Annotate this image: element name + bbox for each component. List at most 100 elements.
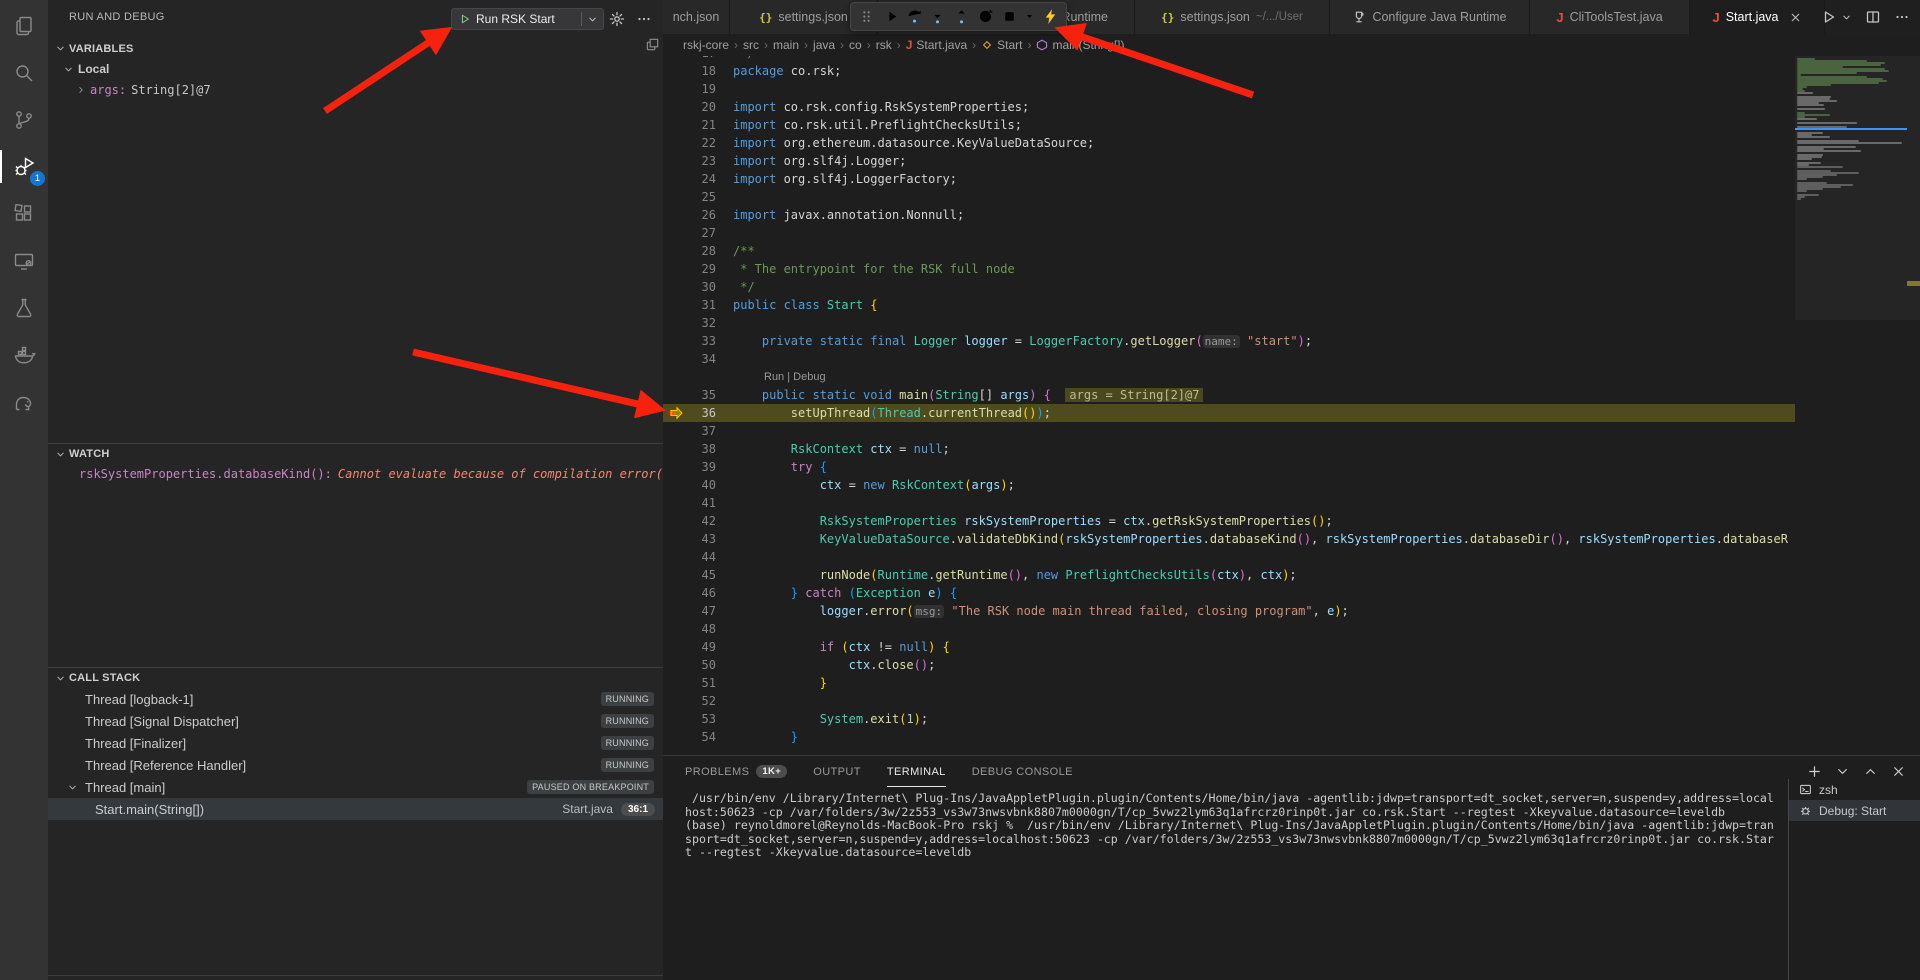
split-editor-icon[interactable] xyxy=(645,37,660,52)
stack-thread[interactable]: Thread [logback-1]RUNNING xyxy=(48,688,663,710)
close-icon[interactable] xyxy=(1891,764,1906,779)
gutter[interactable]: 34 xyxy=(663,350,733,368)
minimap[interactable] xyxy=(1795,56,1920,755)
breadcrumb-item-java[interactable]: java xyxy=(813,38,835,52)
variables-section-header[interactable]: VARIABLES xyxy=(48,38,663,59)
watch-expression-row[interactable]: rskSystemProperties.databaseKind(): Cann… xyxy=(79,464,663,484)
plus-icon[interactable] xyxy=(1807,764,1822,779)
gutter[interactable]: 47 xyxy=(663,602,733,620)
gutter[interactable]: 49 xyxy=(663,638,733,656)
run-file-icon[interactable] xyxy=(1821,9,1837,25)
paused-breakpoint-icon[interactable] xyxy=(667,405,683,421)
stop-icon[interactable] xyxy=(1001,8,1018,25)
lightning-icon[interactable] xyxy=(1042,8,1059,25)
chevron-right-icon[interactable] xyxy=(76,85,86,95)
restart-icon[interactable] xyxy=(977,8,994,25)
stack-thread[interactable]: Thread [Reference Handler]RUNNING xyxy=(48,754,663,776)
breakpoints-section-header[interactable]: BREAKPOINTS xyxy=(48,975,663,980)
watch-section-header[interactable]: WATCH xyxy=(48,443,663,464)
activity-source-control[interactable] xyxy=(0,96,48,143)
gutter[interactable]: 20 xyxy=(663,98,733,116)
gutter[interactable]: 19 xyxy=(663,80,733,98)
activity-testing[interactable] xyxy=(0,284,48,331)
gutter[interactable]: 24 xyxy=(663,170,733,188)
stack-thread[interactable]: Thread [Signal Dispatcher]RUNNING xyxy=(48,710,663,732)
stack-thread[interactable]: Thread [Finalizer]RUNNING xyxy=(48,732,663,754)
gutter[interactable]: 51 xyxy=(663,674,733,692)
chevron-up-icon[interactable] xyxy=(1863,764,1878,779)
breadcrumb-item-rsk[interactable]: rsk xyxy=(876,38,892,52)
gutter[interactable]: 31 xyxy=(663,296,733,314)
variable-args[interactable]: args: String[2]@7 xyxy=(76,80,211,100)
gutter[interactable]: 29 xyxy=(663,260,733,278)
terminal-item-zsh[interactable]: zsh xyxy=(1789,779,1920,800)
step-out-icon[interactable] xyxy=(953,8,970,25)
tab-configure-java-runtime[interactable]: Configure Java Runtime xyxy=(1330,0,1530,34)
gutter[interactable]: 48 xyxy=(663,620,733,638)
gutter[interactable]: 46 xyxy=(663,584,733,602)
breadcrumb-item-start-java[interactable]: JStart.java xyxy=(906,38,967,52)
breadcrumb-item-main[interactable]: main xyxy=(773,38,799,52)
chevron-down-small-icon[interactable] xyxy=(1024,11,1035,22)
gutter[interactable]: 40 xyxy=(663,476,733,494)
terminal-item-debug-start[interactable]: Debug: Start xyxy=(1789,800,1920,821)
breadcrumb-item-co[interactable]: co xyxy=(849,38,862,52)
gutter[interactable]: 43 xyxy=(663,530,733,548)
tab-clitoolstest-java[interactable]: JCliToolsTest.java xyxy=(1530,0,1690,34)
stack-frame[interactable]: Start.main(String[])Start.java36:1 xyxy=(48,798,663,820)
activity-docker[interactable] xyxy=(0,331,48,378)
gutter[interactable]: 44 xyxy=(663,548,733,566)
gutter[interactable]: 38 xyxy=(663,440,733,458)
variables-scope-local[interactable]: Local xyxy=(63,59,109,79)
breadcrumb-item-start[interactable]: Start xyxy=(981,38,1022,52)
activity-gradle[interactable] xyxy=(0,378,48,425)
panel-tab-output[interactable]: OUTPUT xyxy=(813,756,861,787)
call-stack-section-header[interactable]: CALL STACK xyxy=(48,667,663,688)
tab-settings-json[interactable]: {}settings.json~/.../User xyxy=(1135,0,1330,34)
gutter[interactable]: 45 xyxy=(663,566,733,584)
gutter[interactable]: 32 xyxy=(663,314,733,332)
gutter[interactable]: 30 xyxy=(663,278,733,296)
gutter[interactable]: 21 xyxy=(663,116,733,134)
gutter[interactable]: 35 xyxy=(663,386,733,404)
code-editor[interactable]: 17 */18package co.rsk;1920import co.rsk.… xyxy=(663,56,1795,755)
start-debug-icon[interactable] xyxy=(459,13,471,25)
stack-thread[interactable]: Thread [main]PAUSED ON BREAKPOINT xyxy=(48,776,663,798)
more-actions-icon[interactable] xyxy=(636,11,652,27)
chevron-down-icon[interactable] xyxy=(1850,12,1852,23)
gutter[interactable]: 26 xyxy=(663,206,733,224)
activity-extensions[interactable] xyxy=(0,190,48,237)
gutter[interactable]: 18 xyxy=(663,62,733,80)
codelens-run-debug[interactable]: Run | Debug xyxy=(764,368,826,386)
activity-remote-explorer[interactable] xyxy=(0,237,48,284)
tab-nch-json[interactable]: nch.json xyxy=(663,0,730,34)
tab-start-java[interactable]: JStart.java xyxy=(1690,0,1825,34)
gutter[interactable]: 53 xyxy=(663,710,733,728)
gutter[interactable]: 52 xyxy=(663,692,733,710)
panel-tab-terminal[interactable]: TERMINAL xyxy=(887,756,946,787)
gutter[interactable]: 22 xyxy=(663,134,733,152)
gutter[interactable]: 50 xyxy=(663,656,733,674)
terminal-output[interactable]: /usr/bin/env /Library/Internet\ Plug-Ins… xyxy=(685,792,1788,980)
gutter[interactable]: 28 xyxy=(663,242,733,260)
activity-explorer[interactable] xyxy=(0,2,48,49)
continue-icon[interactable] xyxy=(882,8,899,25)
breadcrumb-item-src[interactable]: src xyxy=(743,38,759,52)
chevron-down-icon[interactable] xyxy=(1835,764,1850,779)
panel-tab-problems[interactable]: PROBLEMS1K+ xyxy=(685,756,787,787)
gutter[interactable]: 41 xyxy=(663,494,733,512)
run-config-dropdown[interactable]: Run RSK Start xyxy=(451,8,604,30)
chevron-down-icon[interactable] xyxy=(587,14,598,25)
gutter[interactable]: 42 xyxy=(663,512,733,530)
gutter[interactable]: 37 xyxy=(663,422,733,440)
breadcrumb-item-rskj-core[interactable]: rskj-core xyxy=(683,38,729,52)
close-icon[interactable] xyxy=(1789,11,1802,24)
gutter[interactable]: 54 xyxy=(663,728,733,746)
activity-run-and-debug[interactable]: 1 xyxy=(0,143,48,190)
gutter[interactable]: 23 xyxy=(663,152,733,170)
gutter[interactable]: 36 xyxy=(663,404,733,422)
gutter[interactable]: 27 xyxy=(663,224,733,242)
gutter[interactable]: 39 xyxy=(663,458,733,476)
gutter[interactable]: 33 xyxy=(663,332,733,350)
activity-search[interactable] xyxy=(0,49,48,96)
